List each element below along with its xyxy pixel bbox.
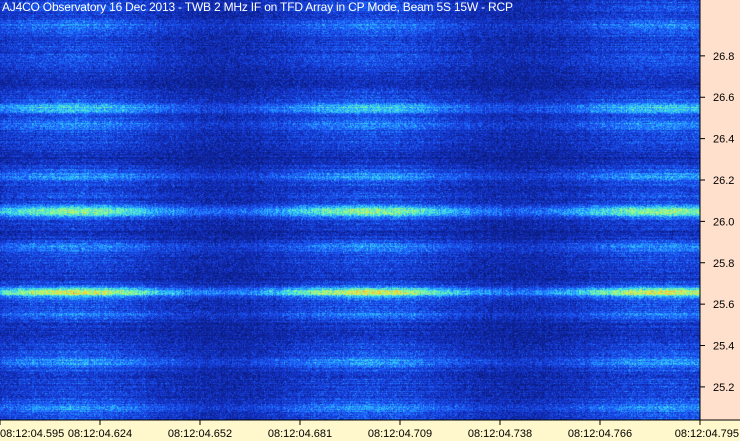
x-tick-label: 08:12:04.709 bbox=[368, 428, 432, 440]
y-tick-label: 25.2 bbox=[713, 382, 734, 394]
y-tick-label: 26.4 bbox=[713, 134, 734, 146]
y-tick-label: 26.6 bbox=[713, 92, 734, 104]
x-tick-label: 08:12:04.652 bbox=[168, 428, 232, 440]
y-tick-label: 25.8 bbox=[713, 258, 734, 270]
y-tick-label: 25.4 bbox=[713, 341, 734, 353]
x-tick-label: 08:12:04.795 bbox=[675, 428, 739, 440]
y-tick-label: 26.2 bbox=[713, 175, 734, 187]
y-tick-label: 26.0 bbox=[713, 216, 734, 228]
x-tick-label: 08:12:04.766 bbox=[568, 428, 632, 440]
y-tick-label: 26.8 bbox=[713, 51, 734, 63]
x-tick-label: 08:12:04.624 bbox=[68, 428, 132, 440]
x-tick-group: 08:12:04.595 08:12:04.624 08:12:04.652 08:1… bbox=[0, 420, 739, 440]
axes-overlay: 26.8 26.6 26.4 26.2 26.0 25.8 25.6 25.4 25.2 08:… bbox=[0, 0, 740, 440]
y-tick-label: 25.6 bbox=[713, 299, 734, 311]
x-tick-label: 08:12:04.681 bbox=[268, 428, 332, 440]
y-tick-group: 26.8 26.6 26.4 26.2 26.0 25.8 25.6 25.4 25.2 bbox=[700, 51, 734, 394]
x-tick-label: 08:12:04.595 bbox=[0, 428, 64, 440]
x-tick-label: 08:12:04.738 bbox=[468, 428, 532, 440]
